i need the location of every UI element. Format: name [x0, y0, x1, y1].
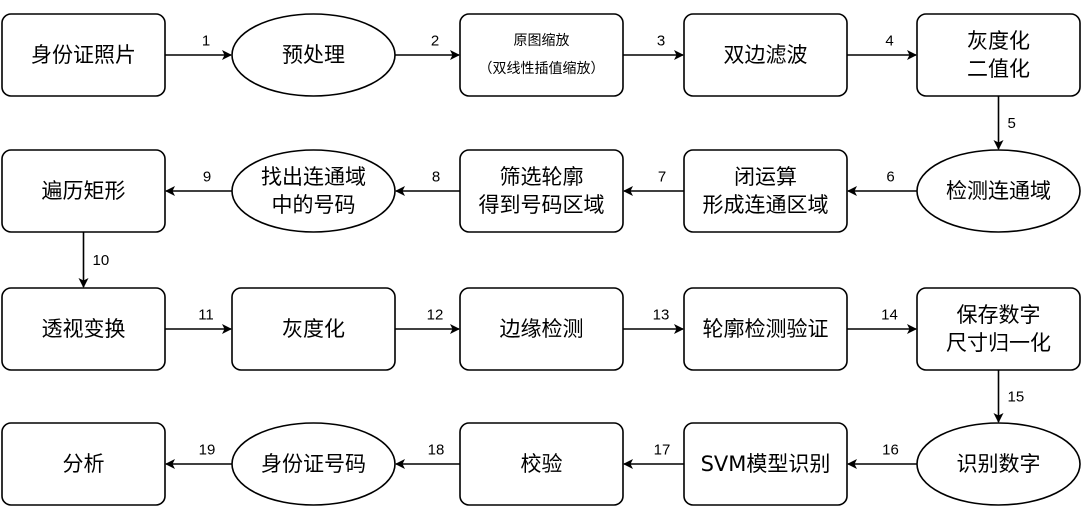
node-label: 灰度化	[967, 29, 1030, 53]
node-label: 形成连通区域	[703, 193, 829, 217]
node-label: 二值化	[967, 57, 1030, 81]
flowchart: 1 2 3 4567891011 12 13 141516171819 身份证照片 预处理原图…	[1, 13, 1081, 506]
node-label: 原图缩放	[514, 33, 570, 49]
edge-label-4: 4	[885, 33, 893, 50]
node-label: 中的号码	[272, 193, 356, 217]
node-4: 双边滤波	[683, 13, 848, 97]
node-5: 灰度化二值化	[916, 13, 1081, 97]
edge-label-18: 18	[428, 442, 445, 459]
node-11: 透视变换	[1, 287, 166, 371]
node-label: 灰度化	[282, 317, 345, 341]
edge-label-1: 1	[202, 33, 210, 50]
node-label: （双线性插值缩放）	[479, 61, 605, 77]
edge-label-8: 8	[432, 169, 440, 186]
edge-label-19: 19	[199, 442, 216, 459]
node-label: 检测连通域	[946, 179, 1051, 203]
node-15: 保存数字尺寸归一化	[916, 287, 1081, 371]
edge-label-13: 13	[653, 307, 670, 324]
node-9: 找出连通域中的号码	[231, 149, 396, 233]
node-label: 校验	[521, 452, 563, 476]
node-label: 保存数字	[957, 303, 1041, 327]
rect-node-shape	[916, 287, 1081, 371]
edge-label-14: 14	[881, 307, 898, 324]
edge-label-10: 10	[93, 252, 110, 269]
edge-label-7: 7	[658, 169, 666, 186]
node-20: 分析	[1, 422, 166, 506]
node-label: SVM模型识别	[701, 452, 831, 476]
node-label: 边缘检测	[500, 317, 584, 341]
node-label: 双边滤波	[724, 43, 808, 67]
edge-label-3: 3	[657, 33, 665, 50]
node-label: 得到号码区域	[479, 193, 605, 217]
node-label: 闭运算	[734, 165, 797, 189]
node-2: 预处理	[231, 13, 396, 97]
node-label: 轮廓检测验证	[703, 317, 829, 341]
node-16: 识别数字	[916, 422, 1081, 506]
node-label: 筛选轮廓	[500, 165, 584, 189]
edge-label-16: 16	[882, 442, 899, 459]
node-1: 身份证照片	[1, 13, 166, 97]
node-label: 透视变换	[42, 317, 126, 341]
edge-label-17: 17	[654, 442, 671, 459]
node-label: 身份证照片	[31, 43, 136, 67]
node-label: 遍历矩形	[42, 179, 126, 203]
node-13: 边缘检测	[459, 287, 624, 371]
rect-node-shape	[459, 149, 624, 233]
node-19: 身份证号码	[231, 422, 396, 506]
edge-label-2: 2	[431, 33, 439, 50]
node-label: 身份证号码	[261, 452, 366, 476]
node-12: 灰度化	[231, 287, 396, 371]
edge-label-5: 5	[1008, 115, 1016, 132]
node-label: 分析	[63, 452, 105, 476]
rect-node-shape	[916, 13, 1081, 97]
node-18: 校验	[459, 422, 624, 506]
edge-label-11: 11	[198, 307, 214, 324]
node-label: 识别数字	[957, 452, 1041, 476]
node-7: 闭运算形成连通区域	[683, 149, 848, 233]
edge-label-12: 12	[427, 307, 444, 324]
node-label: 找出连通域	[261, 165, 366, 189]
edge-label-6: 6	[886, 169, 894, 186]
edge-label-9: 9	[203, 169, 211, 186]
node-label: 预处理	[282, 43, 345, 67]
rect-node-shape	[683, 149, 848, 233]
ellipse-node-shape	[231, 149, 396, 233]
node-14: 轮廓检测验证	[683, 287, 848, 371]
node-3: 原图缩放 （双线性插值缩放）	[459, 13, 624, 97]
rect-node-shape	[459, 13, 624, 97]
node-label: 尺寸归一化	[946, 331, 1051, 355]
node-17: SVM模型识别	[683, 422, 848, 506]
node-6: 检测连通域	[916, 149, 1081, 233]
nodes: 身份证照片 预处理原图缩放（双线性插值缩放）双边滤波灰度化二值化检测连通域闭运算形…	[1, 13, 1081, 506]
edges: 1 2 3 4567891011 12 13 141516171819	[78, 33, 1025, 469]
edge-label-15: 15	[1008, 389, 1025, 406]
node-8: 筛选轮廓得到号码区域	[459, 149, 624, 233]
node-10: 遍历矩形	[1, 149, 166, 233]
